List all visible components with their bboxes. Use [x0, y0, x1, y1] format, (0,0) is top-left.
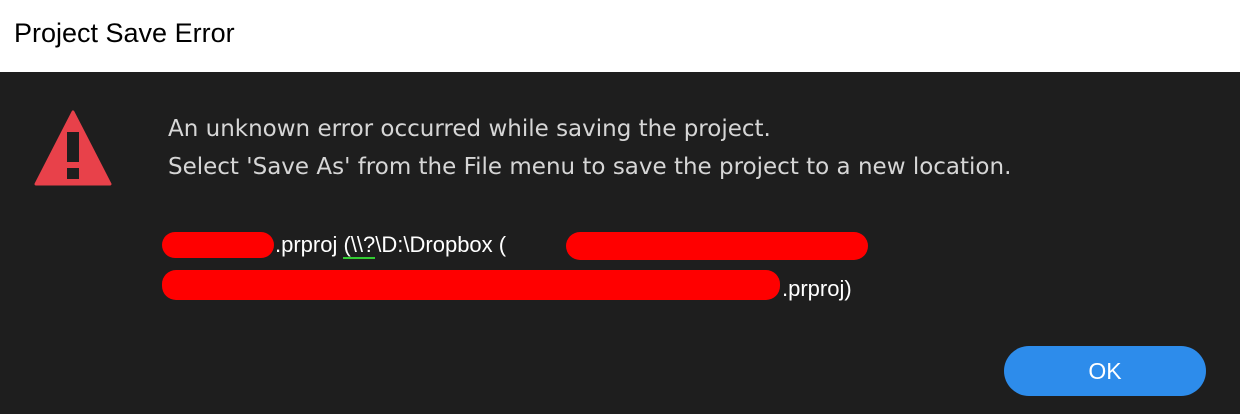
- error-message-line-1: An unknown error occurred while saving t…: [168, 116, 771, 142]
- redaction-mark: [162, 270, 780, 300]
- path-extension: .prproj: [275, 232, 344, 257]
- dialog-title: Project Save Error: [14, 18, 235, 48]
- error-message-line-2: Select 'Save As' from the File menu to s…: [168, 154, 1012, 180]
- dialog-titlebar: Project Save Error: [0, 0, 1240, 72]
- path-unc-prefix: (\\?: [343, 232, 376, 259]
- ok-button[interactable]: OK: [1004, 346, 1206, 396]
- path-end: .prproj): [782, 276, 852, 301]
- path-dropbox: \D:\Dropbox (: [375, 232, 507, 257]
- redaction-mark: [162, 232, 274, 258]
- redaction-mark: [566, 232, 868, 260]
- warning-triangle-icon: [34, 110, 112, 186]
